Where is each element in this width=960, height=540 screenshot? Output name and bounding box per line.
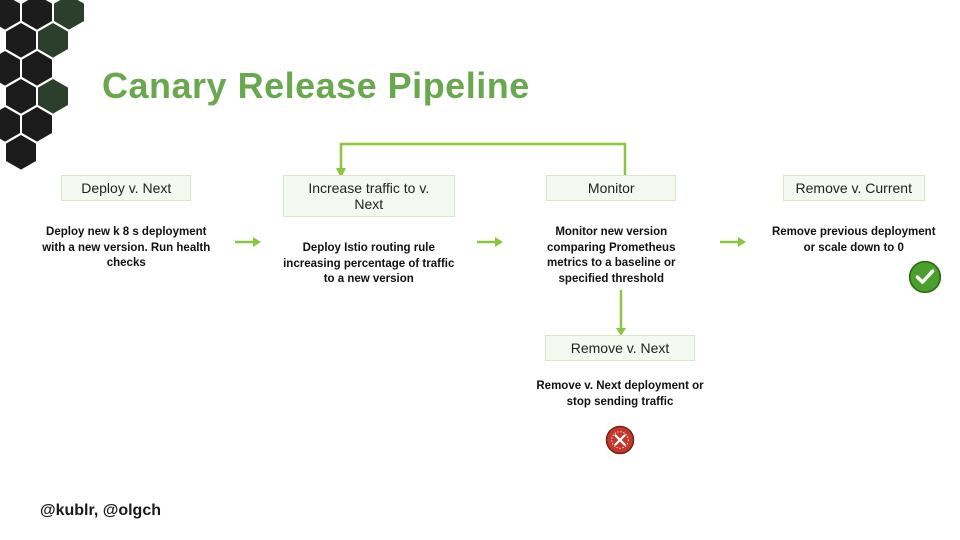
step-deploy-vnext: Deploy v. Next Deploy new k 8 s deployme… xyxy=(40,175,213,272)
arrow-right-icon xyxy=(477,235,503,249)
pipeline-flow: Deploy v. Next Deploy new k 8 s deployme… xyxy=(40,175,940,288)
step-desc: Monitor new version comparing Prometheus… xyxy=(525,225,698,287)
step-monitor: Monitor Monitor new version comparing Pr… xyxy=(525,175,698,287)
step-increase-traffic: Increase traffic to v. Next Deploy Istio… xyxy=(283,175,456,288)
step-title: Increase traffic to v. Next xyxy=(283,175,456,217)
step-desc: Remove previous deployment or scale down… xyxy=(768,225,941,256)
step-title: Remove v. Current xyxy=(783,175,925,201)
x-circle-icon xyxy=(605,425,635,455)
hex-decoration xyxy=(0,0,95,175)
footer-handles: @kublr, @olgch xyxy=(40,502,161,520)
arrow-right-icon xyxy=(235,235,261,249)
step-title: Remove v. Next xyxy=(545,335,695,361)
step-desc: Remove v. Next deployment or stop sendin… xyxy=(525,379,715,410)
step-remove-vnext: Remove v. Next Remove v. Next deployment… xyxy=(515,335,725,410)
check-circle-icon xyxy=(908,260,942,294)
step-title: Deploy v. Next xyxy=(61,175,191,201)
arrow-right-icon xyxy=(720,235,746,249)
page-title: Canary Release Pipeline xyxy=(102,65,530,107)
step-desc: Deploy new k 8 s deployment with a new v… xyxy=(40,225,213,272)
step-remove-vcurrent: Remove v. Current Remove previous deploy… xyxy=(768,175,941,256)
step-desc: Deploy Istio routing rule increasing per… xyxy=(283,241,456,288)
step-title: Monitor xyxy=(546,175,676,201)
